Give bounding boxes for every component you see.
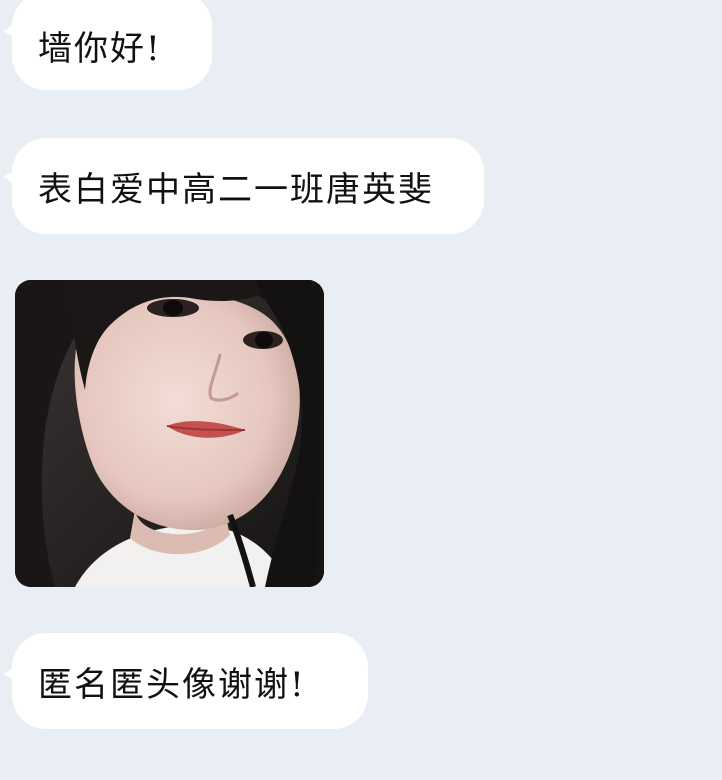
message-text: 表白爱中高二一班唐英斐 [38,169,434,210]
message-bubble-confession[interactable]: 表白爱中高二一班唐英斐 [3,138,484,234]
message-bubble-greeting[interactable]: 墙你好! [3,0,212,90]
message-bubble-request[interactable]: 匿名匿头像谢谢! [3,633,368,729]
message-text: 墙你好! [38,28,162,69]
message-image[interactable] [15,280,324,587]
selfie-photo [15,280,324,587]
message-text: 匿名匿头像谢谢! [38,664,306,705]
